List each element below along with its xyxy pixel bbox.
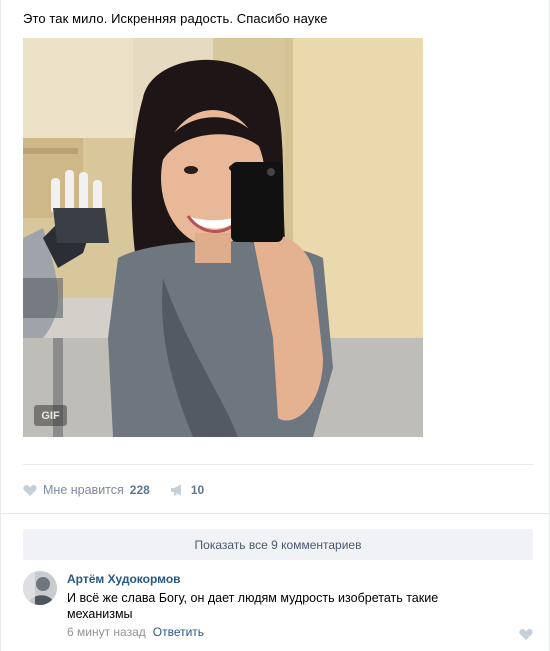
avatar-image <box>23 571 57 605</box>
like-count: 228 <box>129 483 150 497</box>
show-all-comments-button[interactable]: Показать все 9 комментариев <box>23 529 533 560</box>
divider <box>1 513 550 514</box>
post-text: Это так мило. Искренняя радость. Спасибо… <box>23 11 328 26</box>
heart-icon <box>23 485 37 496</box>
heart-icon <box>519 629 533 640</box>
post-actions: Мне нравится 228 10 <box>23 481 204 499</box>
comment-text: И всё же слава Богу, он дает людям мудро… <box>67 591 439 621</box>
comment-author[interactable]: Артём Худокормов <box>67 572 181 586</box>
share-count: 10 <box>190 483 205 497</box>
comment-item: Артём Худокормов И всё же слава Богу, он… <box>23 571 533 641</box>
comment-time[interactable]: 6 минут назад <box>67 625 146 639</box>
comment-meta: 6 минут назад Ответить <box>67 625 204 639</box>
megaphone-icon <box>170 484 181 496</box>
gif-badge: GIF <box>34 405 67 426</box>
divider <box>23 464 533 465</box>
reply-button[interactable]: Ответить <box>153 625 204 639</box>
like-button[interactable]: Мне нравится 228 <box>23 483 150 497</box>
gif-frame-image <box>23 38 423 437</box>
like-label: Мне нравится <box>43 483 124 497</box>
avatar[interactable] <box>23 571 57 605</box>
share-button[interactable]: 10 <box>170 483 204 497</box>
post-card: Это так мило. Искренняя радость. Спасибо… <box>0 0 550 651</box>
post-gif[interactable]: GIF <box>23 38 423 437</box>
comment-like-button[interactable] <box>519 627 533 640</box>
